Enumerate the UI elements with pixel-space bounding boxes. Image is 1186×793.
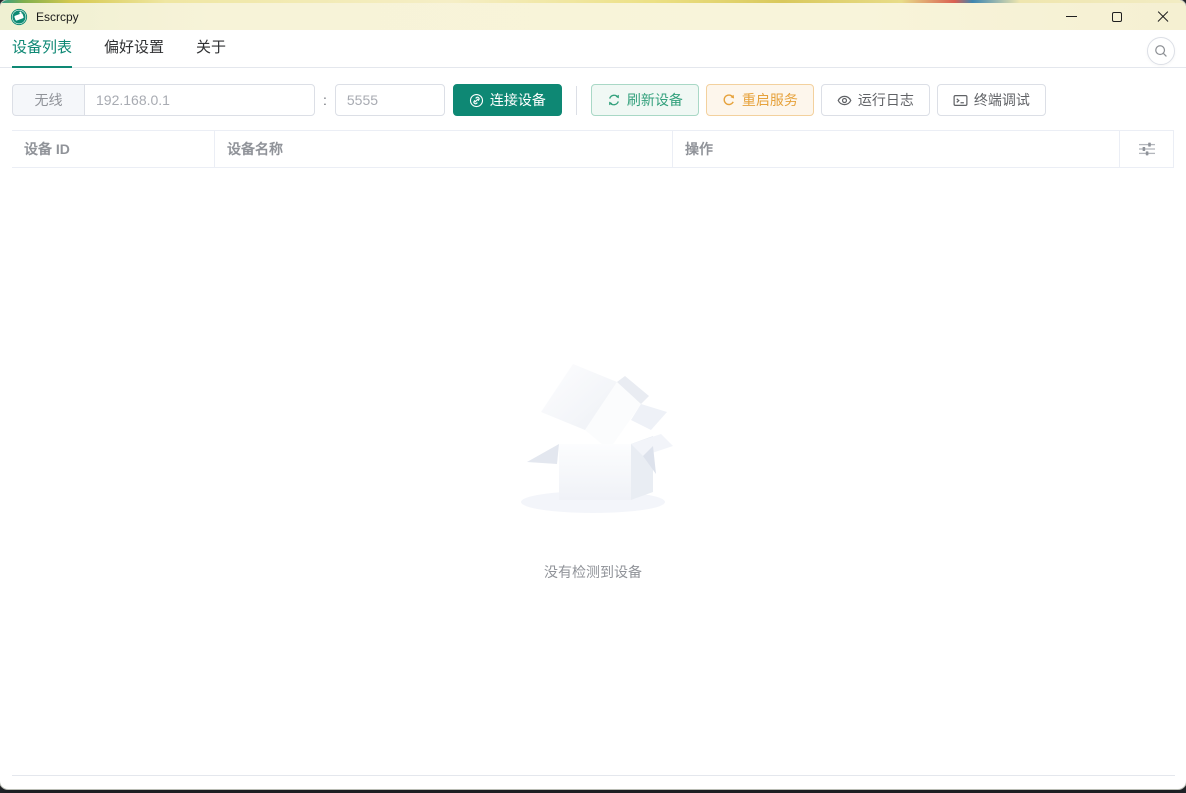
terminal-debug-button[interactable]: 终端调试 xyxy=(936,84,1046,116)
restart-service-label: 重启服务 xyxy=(741,92,798,108)
tab-device-list[interactable]: 设备列表 xyxy=(12,30,73,68)
maximize-icon xyxy=(1112,11,1122,22)
table-bottom-border xyxy=(12,775,1175,776)
column-settings-icon xyxy=(1138,142,1155,156)
empty-message: 没有检测到设备 xyxy=(544,564,642,580)
tab-preferences[interactable]: 偏好设置 xyxy=(104,30,164,68)
escrcpy-window: Escrcpy 设备列表 偏好设置 关于 无线 : xyxy=(0,0,1186,789)
refresh-devices-label: 刷新设备 xyxy=(626,92,683,108)
empty-box-illustration xyxy=(521,364,673,513)
terminal-icon xyxy=(953,94,968,106)
minimize-button[interactable] xyxy=(1048,3,1094,30)
close-icon xyxy=(1157,11,1169,23)
port-input[interactable] xyxy=(334,84,445,116)
refresh-devices-button[interactable]: 刷新设备 xyxy=(590,84,699,116)
search-icon xyxy=(1155,45,1167,57)
tab-about[interactable]: 关于 xyxy=(196,30,226,68)
minimize-icon xyxy=(1065,16,1077,17)
toolbar-divider xyxy=(575,85,577,115)
connect-device-button[interactable]: 连接设备 xyxy=(452,84,562,116)
maximize-button[interactable] xyxy=(1094,3,1140,30)
search-button[interactable] xyxy=(1147,37,1175,65)
refresh-icon xyxy=(608,94,619,106)
column-header-device-id: 设备 ID xyxy=(12,131,215,167)
window-controls xyxy=(1048,3,1186,30)
close-button[interactable] xyxy=(1140,3,1186,30)
empty-state: 没有检测到设备 xyxy=(0,350,1186,582)
titlebar[interactable]: Escrcpy xyxy=(0,3,1186,30)
device-toolbar: 无线 : 连接设备 刷新设备 xyxy=(12,84,1174,116)
device-table-header: 设备 ID 设备名称 操作 xyxy=(12,130,1174,168)
port-separator: : xyxy=(323,92,327,108)
terminal-debug-label: 终端调试 xyxy=(973,92,1030,108)
titlebar-left: Escrcpy xyxy=(0,8,1048,26)
wireless-address-group: 无线 xyxy=(12,84,315,116)
window-title: Escrcpy xyxy=(36,9,79,24)
column-settings-button[interactable] xyxy=(1120,131,1174,167)
connect-device-label: 连接设备 xyxy=(489,92,546,108)
run-logs-button[interactable]: 运行日志 xyxy=(820,84,930,116)
ip-address-input[interactable] xyxy=(84,84,315,116)
restart-icon xyxy=(723,94,734,106)
tab-bar: 设备列表 偏好设置 关于 xyxy=(0,30,1186,68)
run-logs-label: 运行日志 xyxy=(857,92,914,108)
connect-link-icon xyxy=(469,93,483,107)
eye-icon xyxy=(837,95,852,105)
app-logo-icon xyxy=(10,8,28,25)
restart-service-button[interactable]: 重启服务 xyxy=(705,84,814,116)
column-header-operation: 操作 xyxy=(673,131,1120,167)
wireless-label: 无线 xyxy=(12,84,84,116)
column-header-device-name: 设备名称 xyxy=(215,131,673,167)
